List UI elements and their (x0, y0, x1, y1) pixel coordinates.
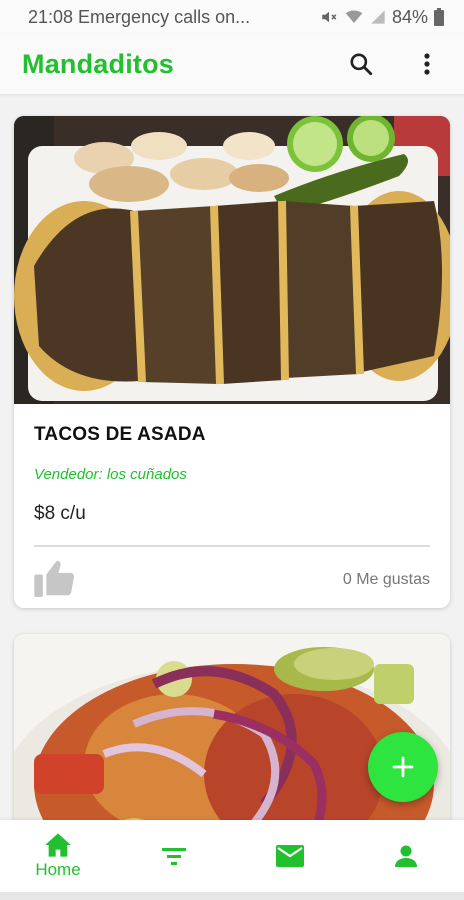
nav-label-home: Home (35, 860, 81, 879)
like-button[interactable] (34, 559, 76, 602)
person-icon (395, 845, 417, 867)
nav-item-profile[interactable] (361, 820, 451, 892)
post-vendor[interactable]: Vendedor: los cuñados (34, 466, 430, 483)
search-button[interactable] (346, 49, 376, 79)
system-gesture-bar (0, 892, 464, 900)
bottom-navigation: Home (0, 820, 464, 892)
nav-item-filter[interactable] (129, 820, 219, 892)
like-count: 0 Me gustas (342, 571, 430, 588)
nav-item-messages[interactable] (245, 820, 335, 892)
post-body: TACOS DE ASADA Vendedor: los cuñados $8 … (14, 424, 450, 608)
post-feed[interactable]: TACOS DE ASADA Vendedor: los cuñados $8 … (0, 94, 464, 820)
app-title: Mandaditos (22, 48, 175, 79)
add-post-button[interactable] (368, 732, 438, 802)
post-image (14, 116, 450, 404)
home-icon (45, 833, 71, 857)
nav-item-home[interactable]: Home (13, 820, 103, 892)
post-card[interactable]: TACOS DE ASADA Vendedor: los cuñados $8 … (14, 116, 450, 608)
more-vert-icon (424, 53, 430, 75)
status-bar: 21:08 Emergency calls on... 84% (0, 0, 464, 34)
post-title: TACOS DE ASADA (34, 424, 206, 445)
mail-icon (276, 845, 304, 867)
post-footer: 0 Me gustas (34, 547, 430, 608)
more-options-button[interactable] (412, 49, 442, 79)
wifi-icon (344, 8, 364, 26)
thumbs-up-icon (34, 560, 75, 597)
search-icon (350, 53, 373, 76)
signal-icon (370, 8, 386, 26)
battery-icon (434, 8, 444, 26)
plus-icon (392, 756, 414, 778)
app-actions (346, 49, 442, 79)
status-time: 21:08 Emergency calls on... (28, 6, 251, 27)
app-bar: Mandaditos (0, 34, 464, 94)
battery-text: 84% (391, 6, 428, 27)
mute-icon (320, 8, 338, 26)
post-price: $8 c/u (34, 503, 86, 524)
status-icons: 84% (320, 7, 444, 28)
filter-icon (162, 848, 186, 865)
